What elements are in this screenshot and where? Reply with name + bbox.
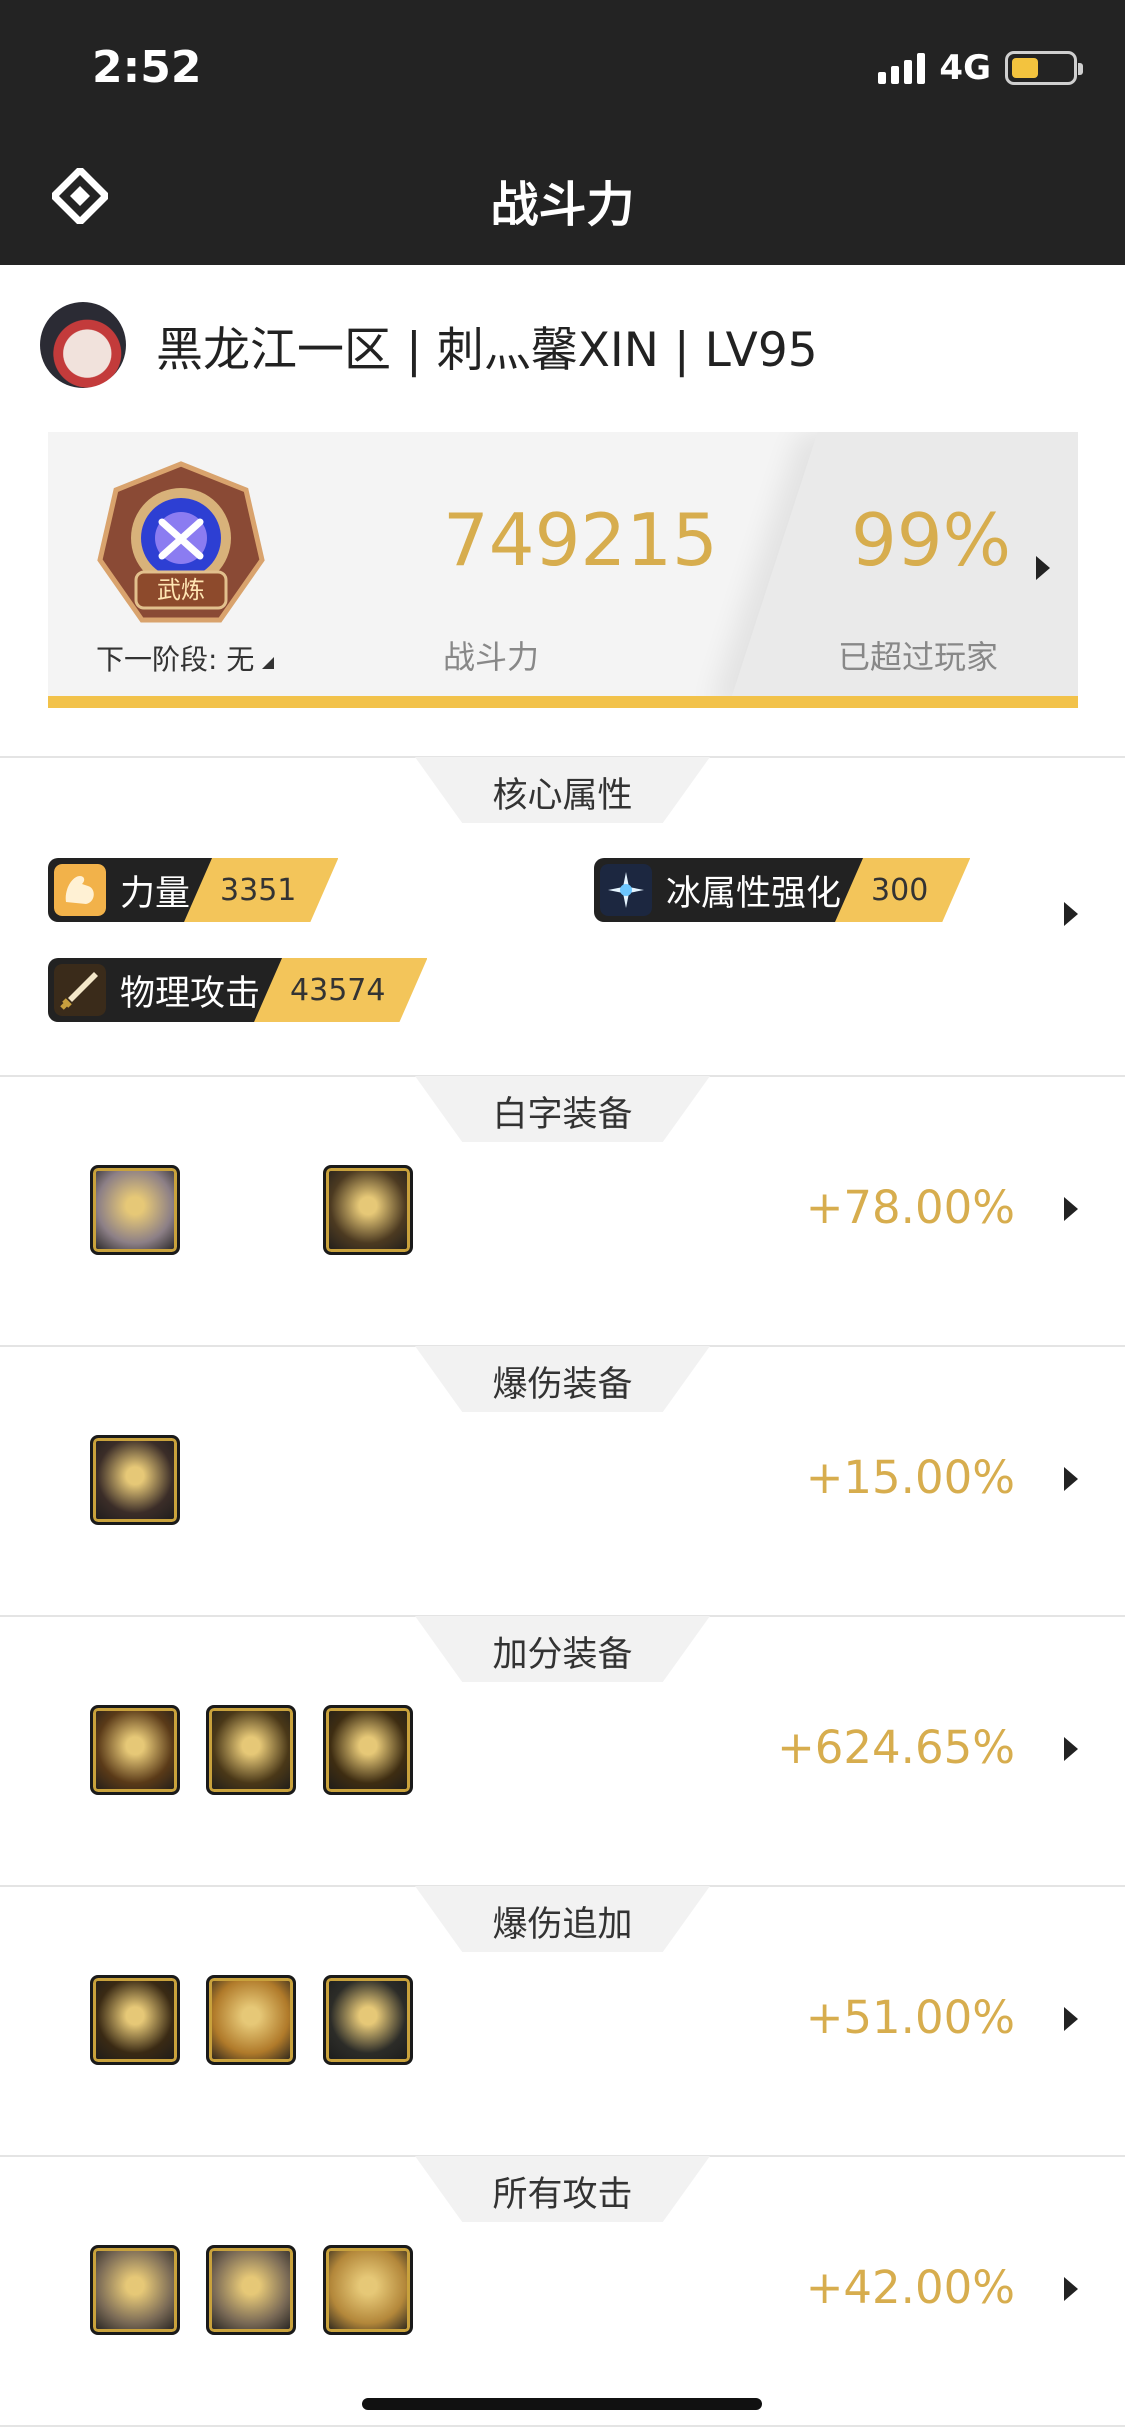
bonus-equip-3-icon[interactable]: [323, 1705, 413, 1795]
attr-strength: 力量 3351: [48, 858, 338, 922]
sword-icon: [54, 964, 106, 1016]
page-title: 战斗力: [490, 177, 635, 233]
attr-physical-attack: 物理攻击 43574: [48, 958, 427, 1022]
combat-power-value: 749215: [443, 498, 718, 582]
badge-text: 武炼: [157, 576, 205, 604]
chevron-right-icon[interactable]: [1064, 1467, 1078, 1491]
section-bonus-value: +42.00%: [805, 2261, 1015, 2314]
all-atk-2-icon[interactable]: [206, 2245, 296, 2335]
attr-label: 物理攻击: [120, 973, 261, 1014]
chevron-right-icon[interactable]: [1064, 1197, 1078, 1221]
player-profile: 黑龙江一区 | 刺灬馨XIN | LV95: [40, 300, 818, 390]
rank-percent-value: 99%: [851, 498, 1012, 582]
section-title: 加分装备: [492, 1635, 633, 1675]
progress-bar: [48, 696, 1078, 708]
section-bonus-value: +78.00%: [805, 1181, 1015, 1234]
crit-add-1-icon[interactable]: [90, 1975, 180, 2065]
chevron-right-icon[interactable]: [1036, 556, 1050, 580]
white-equip-2-icon[interactable]: [323, 1165, 413, 1255]
next-stage[interactable]: 下一阶段: 无: [96, 638, 275, 678]
next-stage-label: 下一阶段: 无: [96, 643, 255, 676]
chevron-right-icon[interactable]: [1064, 1737, 1078, 1761]
crit-add-2-icon[interactable]: [206, 1975, 296, 2065]
chevron-right-icon[interactable]: [1064, 2007, 1078, 2031]
crit-add-3-icon[interactable]: [323, 1975, 413, 2065]
section-title: 爆伤装备: [492, 1365, 633, 1405]
status-time: 2:52: [92, 42, 202, 93]
score-card[interactable]: 武炼 下一阶段: 无 749215 战斗力 99% 已超过玩家: [48, 432, 1078, 708]
bonus-equip-1-icon[interactable]: [90, 1705, 180, 1795]
attr-ice-enhance: 冰属性强化 300: [594, 858, 970, 922]
section-bonus-value: +624.65%: [777, 1721, 1015, 1774]
status-indicators: 4G: [878, 48, 1083, 88]
bonus-equip-2-icon[interactable]: [206, 1705, 296, 1795]
strength-arm-icon: [54, 864, 106, 916]
network-type: 4G: [939, 48, 991, 88]
player-name: 黑龙江一区 | 刺灬馨XIN | LV95: [156, 322, 818, 378]
all-atk-3-icon[interactable]: [323, 2245, 413, 2335]
battery-icon: [1005, 51, 1083, 85]
ice-sparkle-icon: [600, 864, 652, 916]
attr-label: 冰属性强化: [666, 873, 842, 914]
combat-power-label: 战斗力: [443, 638, 540, 676]
section-title: 白字装备: [492, 1095, 633, 1135]
dropdown-triangle-icon: [262, 657, 275, 669]
top-bar: 2:52 4G 战斗力: [0, 0, 1125, 265]
section-title: 所有攻击: [492, 2175, 633, 2215]
all-atk-1-icon[interactable]: [90, 2245, 180, 2335]
section-bonus-value: +51.00%: [805, 1991, 1015, 2044]
attr-label: 力量: [120, 873, 191, 914]
chevron-right-icon[interactable]: [1064, 2277, 1078, 2301]
signal-icon: [878, 52, 926, 84]
section-title-core: 核心属性: [492, 776, 633, 816]
rank-badge-icon: 武炼: [97, 461, 265, 623]
white-equip-1-icon[interactable]: [90, 1165, 180, 1255]
attr-value: 43574: [254, 958, 427, 1022]
chevron-right-icon[interactable]: [1064, 902, 1078, 926]
section-bonus-value: +15.00%: [805, 1451, 1015, 1504]
section-title: 爆伤追加: [492, 1905, 633, 1945]
home-indicator[interactable]: [362, 2398, 762, 2410]
rank-percent-label: 已超过玩家: [838, 638, 999, 676]
crit-equip-1-icon[interactable]: [90, 1435, 180, 1525]
character-avatar-icon: [40, 302, 126, 388]
